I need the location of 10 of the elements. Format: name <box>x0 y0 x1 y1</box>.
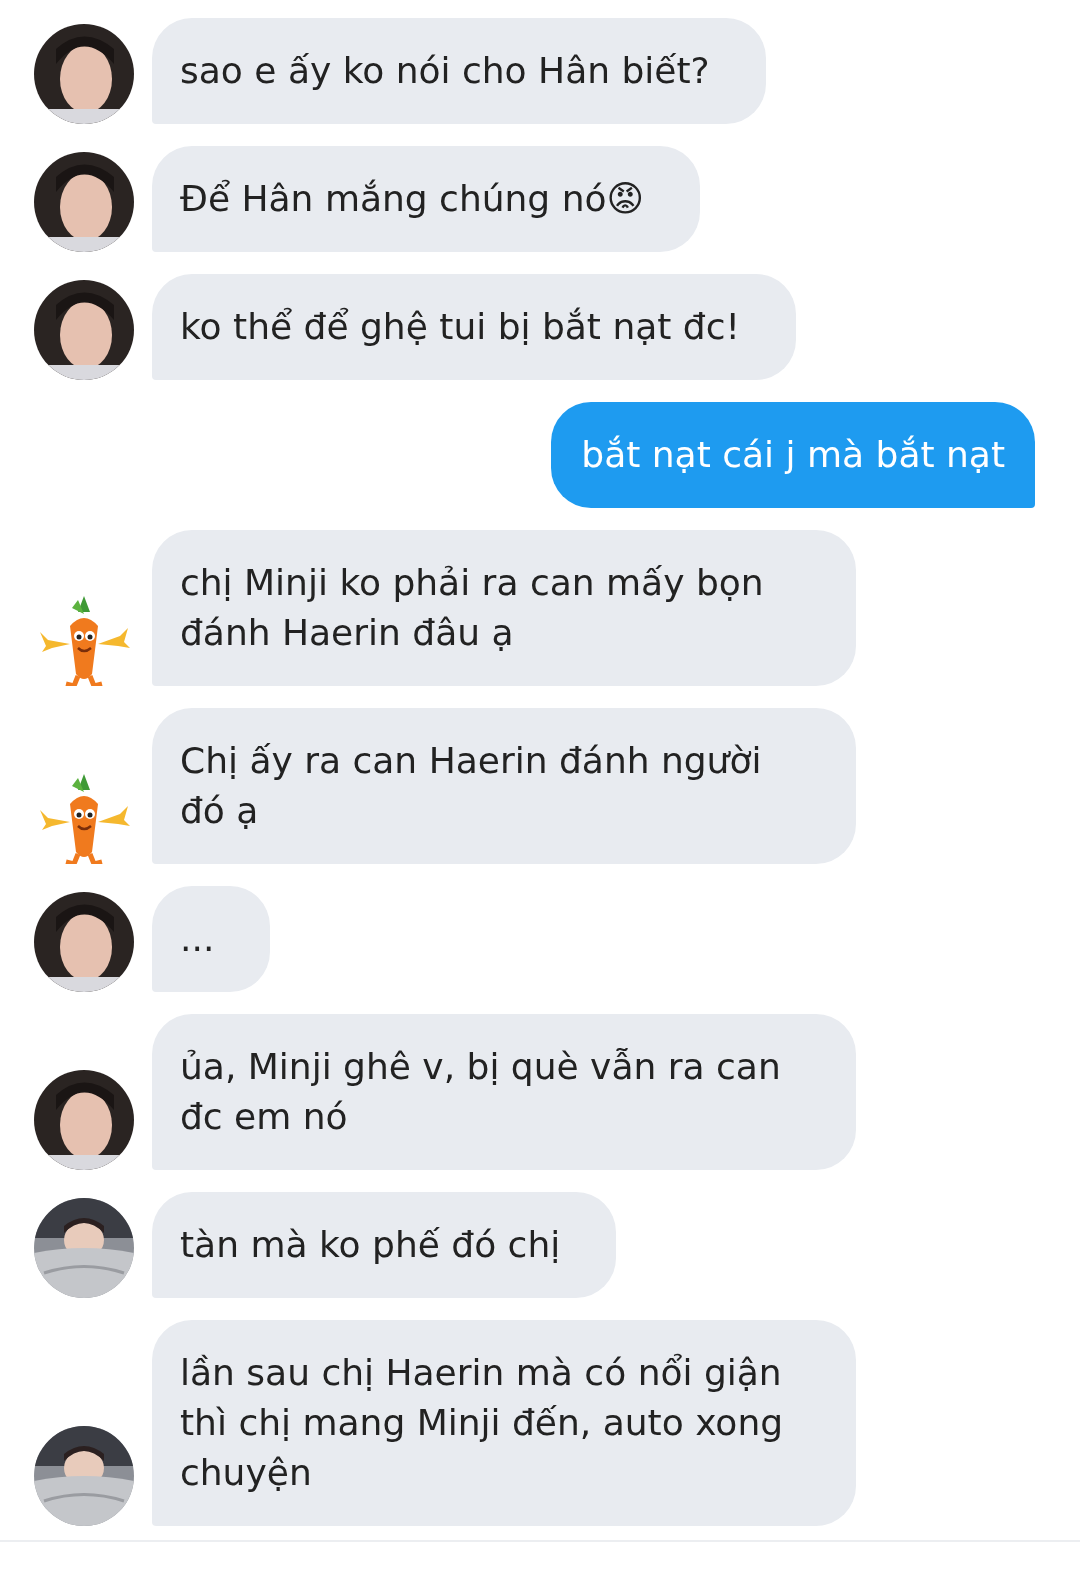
received-message: ko thể để ghệ tui bị bắt nạt đc! <box>152 274 796 380</box>
sent-message: bắt nạt cái j mà bắt nạt <box>551 402 1035 508</box>
received-message: lần sau chị Haerin mà có nổi giận thì chị mang Minji đến, auto xong chuyện <box>152 1320 856 1526</box>
received-message: tàn mà ko phế đó chị <box>152 1192 617 1298</box>
received-message: ủa, Minji ghê v, bị què vẫn ra can đc em nó <box>152 1014 856 1170</box>
received-message: ... <box>152 886 271 992</box>
received-message: Để Hân mắng chúng nó😡 <box>152 146 701 252</box>
received-message: Chị ấy ra can Haerin đánh người đó ạ <box>152 708 856 864</box>
received-message: chị Minji ko phải ra can mấy bọn đánh Haerin đâu ạ <box>152 530 856 686</box>
received-message: sao e ấy ko nói cho Hân biết? <box>152 18 766 124</box>
